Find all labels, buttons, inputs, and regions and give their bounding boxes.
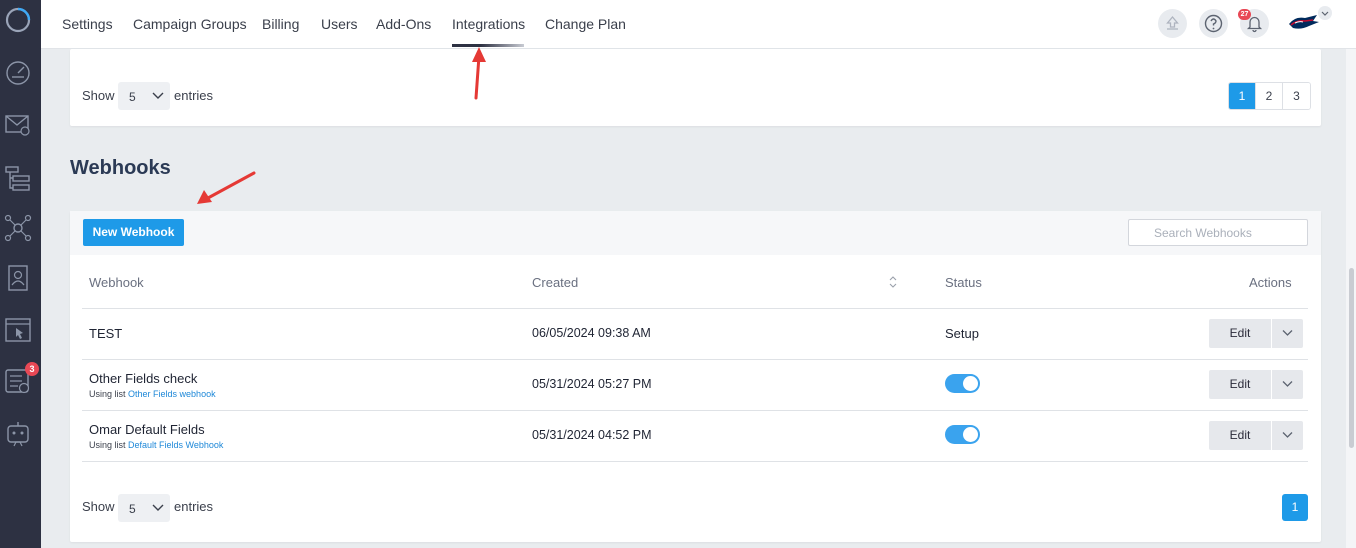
top-navigation-bar: Settings Campaign Groups Billing Users A…: [41, 0, 1356, 49]
entries-label: entries: [174, 499, 214, 514]
nav-change-plan[interactable]: Change Plan: [545, 16, 626, 32]
annotation-arrow-integrations: [472, 47, 486, 100]
nav-billing[interactable]: Billing: [262, 16, 299, 32]
edit-button[interactable]: Edit: [1209, 370, 1271, 399]
chevron-down-icon: [152, 92, 164, 99]
webhooks-section-title: Webhooks: [70, 157, 171, 179]
page-button-2[interactable]: 2: [1256, 83, 1283, 109]
list-link[interactable]: Default Fields Webhook: [128, 440, 223, 450]
share-button[interactable]: [1158, 9, 1187, 38]
webhook-created: 05/31/2024 04:52 PM: [532, 428, 652, 442]
nav-users[interactable]: Users: [321, 16, 358, 32]
chevron-down-icon: [1282, 330, 1293, 336]
question-icon: [1204, 14, 1223, 33]
show-label: Show: [82, 88, 115, 103]
page-size-value: 5: [129, 90, 136, 104]
show-label: Show: [82, 499, 115, 514]
edit-button[interactable]: Edit: [1209, 421, 1271, 450]
nav-add-ons[interactable]: Add-Ons: [376, 16, 431, 32]
bot-icon[interactable]: [3, 418, 33, 448]
column-header-created[interactable]: Created: [532, 275, 578, 290]
list-prefix: Using list: [89, 440, 126, 450]
hierarchy-icon[interactable]: [3, 163, 33, 193]
status-toggle[interactable]: [945, 425, 980, 444]
chevron-down-icon: [152, 504, 164, 511]
row-divider: [82, 461, 1308, 462]
pagination: 1 2 3: [1228, 82, 1311, 110]
row-actions: Edit: [1209, 370, 1303, 399]
chevron-down-icon: [1321, 11, 1329, 16]
webhook-created: 05/31/2024 05:27 PM: [532, 377, 652, 391]
page-button-1[interactable]: 1: [1282, 494, 1308, 521]
nav-integrations[interactable]: Integrations: [452, 16, 525, 32]
dashboard-icon[interactable]: [3, 57, 33, 87]
page-size-value: 5: [129, 502, 136, 516]
actions-dropdown-toggle[interactable]: [1272, 370, 1303, 399]
webhook-name[interactable]: Other Fields check: [89, 371, 197, 386]
actions-dropdown-toggle[interactable]: [1272, 319, 1303, 348]
webhooks-toolbar: New Webhook: [70, 211, 1321, 255]
entries-label: entries: [174, 88, 214, 103]
nav-settings[interactable]: Settings: [62, 16, 113, 32]
page-size-select[interactable]: 5: [118, 82, 170, 110]
column-header-actions: Actions: [1249, 275, 1292, 290]
row-actions: Edit: [1209, 421, 1303, 450]
header-divider: [82, 308, 1308, 309]
webhook-name[interactable]: Omar Default Fields: [89, 422, 205, 437]
sidebar: 3: [0, 0, 41, 548]
new-webhook-button[interactable]: New Webhook: [83, 219, 184, 246]
column-header-webhook[interactable]: Webhook: [89, 275, 144, 290]
network-icon[interactable]: [3, 213, 33, 243]
page-size-select[interactable]: 5: [118, 494, 170, 522]
list-prefix: Using list: [89, 389, 126, 399]
sort-icon[interactable]: [889, 276, 897, 288]
chevron-down-icon: [1282, 432, 1293, 438]
webhook-status: Setup: [945, 326, 979, 341]
list-link[interactable]: Other Fields webhook: [128, 389, 216, 399]
webhook-list-info: Using list Default Fields Webhook: [89, 440, 223, 450]
column-header-status[interactable]: Status: [945, 275, 982, 290]
row-divider: [82, 410, 1308, 411]
page-button-1[interactable]: 1: [1229, 83, 1256, 109]
share-icon: [1166, 15, 1179, 30]
webhook-name[interactable]: TEST: [89, 326, 122, 341]
edit-button[interactable]: Edit: [1209, 319, 1271, 348]
row-actions: Edit: [1209, 319, 1303, 348]
landing-page-icon[interactable]: [3, 315, 33, 345]
page-button-3[interactable]: 3: [1283, 83, 1310, 109]
notification-badge: 27: [1238, 9, 1251, 20]
account-menu-toggle[interactable]: [1318, 6, 1332, 20]
email-campaign-icon[interactable]: [3, 110, 33, 140]
avatar[interactable]: [1287, 10, 1321, 34]
tasks-badge: 3: [25, 362, 39, 376]
actions-dropdown-toggle[interactable]: [1272, 421, 1303, 450]
webhook-list-info: Using list Other Fields webhook: [89, 389, 216, 399]
integrations-table-card: Show 5 entries 1 2 3: [70, 49, 1321, 126]
chevron-down-icon: [1282, 381, 1293, 387]
search-webhooks-input[interactable]: [1128, 219, 1308, 246]
webhooks-card: New Webhook Webhook Created Status Actio…: [70, 211, 1321, 542]
annotation-arrow-new-webhook: [197, 171, 256, 204]
status-toggle[interactable]: [945, 374, 980, 393]
nav-campaign-groups[interactable]: Campaign Groups: [133, 16, 247, 32]
logo-icon[interactable]: [4, 6, 32, 34]
contacts-icon[interactable]: [3, 263, 33, 293]
webhook-created: 06/05/2024 09:38 AM: [532, 326, 651, 340]
scrollbar-thumb[interactable]: [1349, 268, 1354, 448]
help-button[interactable]: [1199, 9, 1228, 38]
row-divider: [82, 359, 1308, 360]
